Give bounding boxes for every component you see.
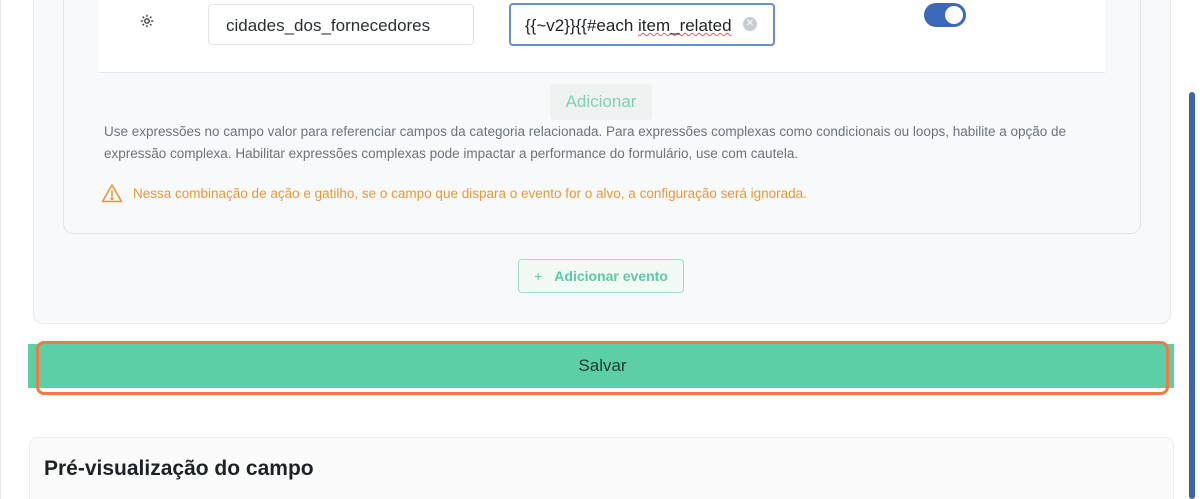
target-field-value: cidades_dos_fornecedores [226,16,431,35]
warning-text: Nessa combinação de ação e gatilho, se o… [133,185,807,201]
add-mapping-button[interactable]: Adicionar [550,84,652,120]
add-event-button[interactable]: + Adicionar evento [518,259,684,293]
save-button[interactable]: Salvar [39,344,1166,388]
warning-icon [101,183,123,203]
gear-icon[interactable] [139,13,155,29]
scrollbar-thumb[interactable] [1189,92,1195,499]
expression-help-text: Use expressões no campo valor para refer… [104,124,1067,161]
preview-title: Pré-visualização do campo [44,457,314,480]
save-button-label: Salvar [578,356,627,375]
complex-expression-toggle[interactable] [924,3,966,27]
expression-value-input[interactable]: {{~v2}}{{#each item_related [509,3,775,46]
target-field-input[interactable]: cidades_dos_fornecedores [208,4,474,45]
toggle-knob [945,6,963,24]
clear-icon[interactable]: ✕ [743,17,757,31]
add-event-label: Adicionar evento [554,268,668,284]
page-viewport: cidades_dos_fornecedores {{~v2}}{{#each … [0,0,1200,499]
expression-misspelled-word: item_related [638,16,732,35]
warning-message: Nessa combinação de ação e gatilho, se o… [101,182,807,204]
plus-icon: + [534,268,543,284]
expression-text: {{~v2}}{{#each [525,16,638,35]
